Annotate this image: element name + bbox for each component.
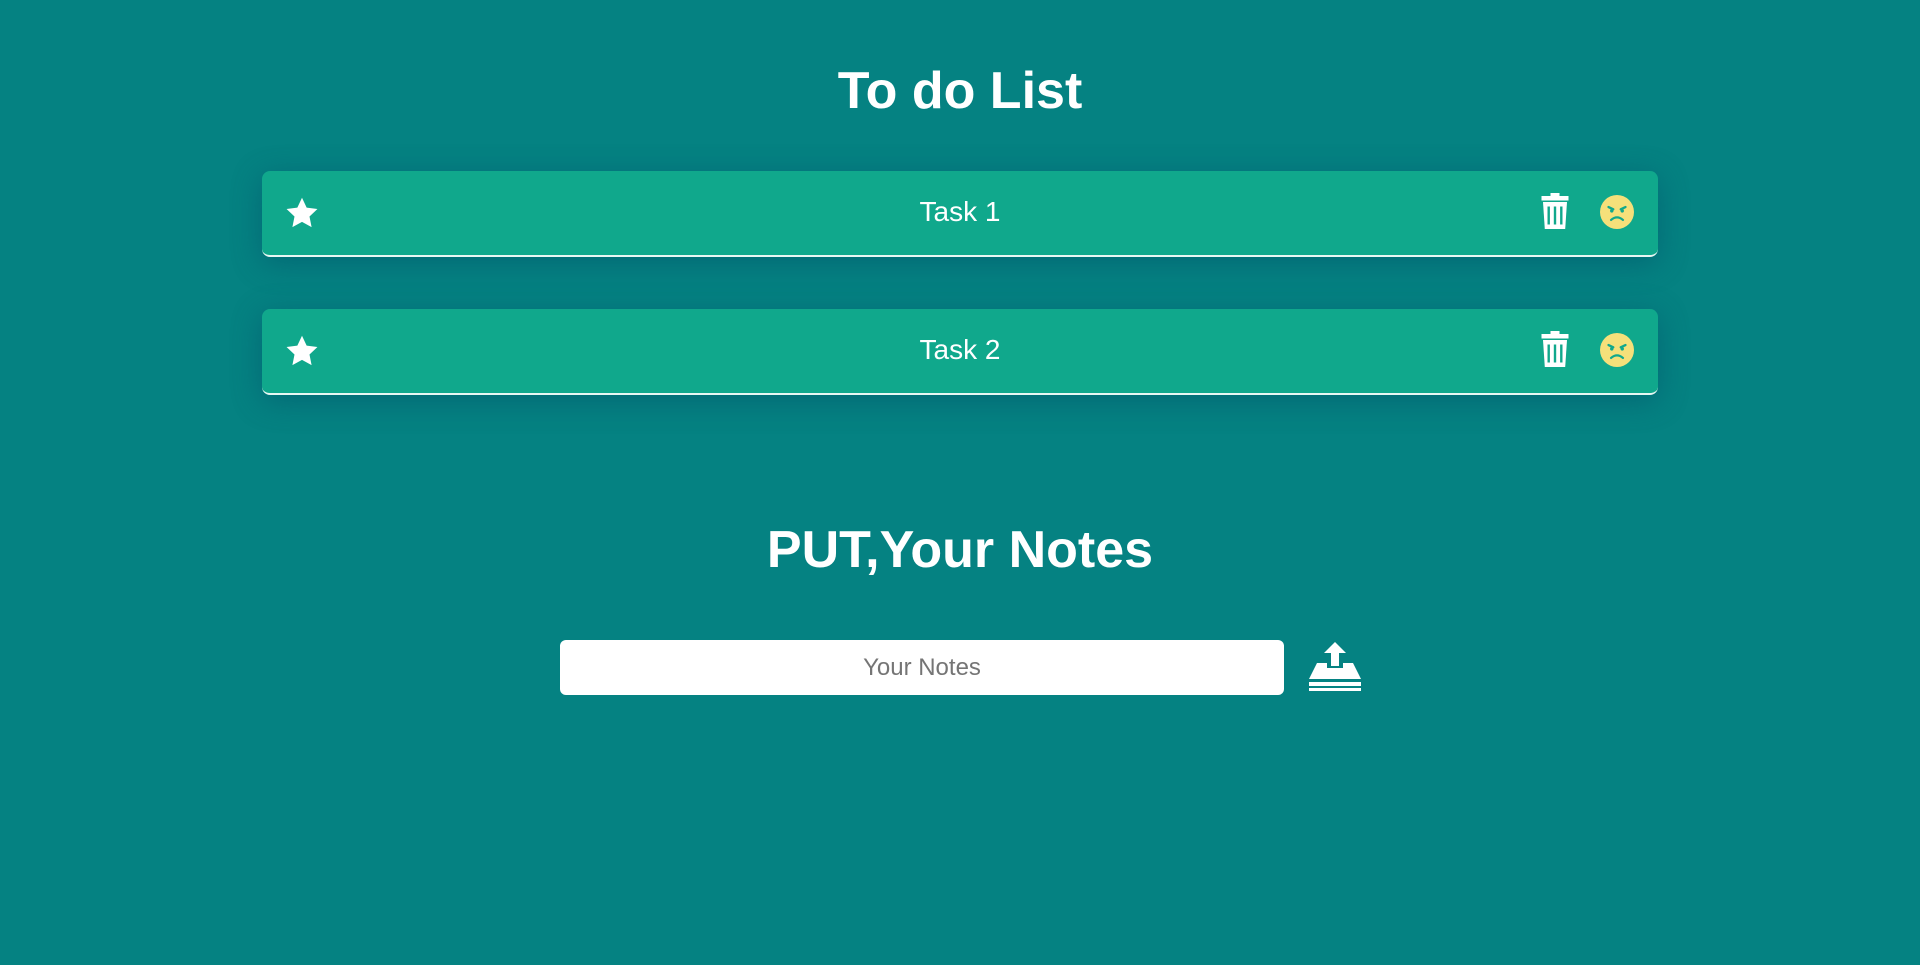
notes-title: PUT,Your Notes bbox=[766, 521, 1154, 579]
task-item: Task 1 bbox=[262, 171, 1658, 257]
task-label: Task 2 bbox=[919, 334, 1001, 365]
task-item: Task 2 bbox=[262, 309, 1658, 395]
upload-icon[interactable] bbox=[1308, 642, 1362, 692]
notes-input[interactable] bbox=[560, 640, 1284, 695]
trash-icon[interactable] bbox=[1540, 193, 1570, 229]
task-label: Task 1 bbox=[919, 196, 1001, 227]
todo-list-title: To do List bbox=[837, 62, 1083, 120]
task-list: Task 1 Task 2 bbox=[262, 171, 1658, 447]
notes-form bbox=[560, 640, 1362, 696]
todo-page: To do List Task 1 Task 2 PUT,Your Notes … bbox=[0, 0, 1920, 965]
trash-icon[interactable] bbox=[1540, 331, 1570, 367]
angry-face-icon[interactable] bbox=[1600, 195, 1634, 229]
angry-face-icon[interactable] bbox=[1600, 333, 1634, 367]
